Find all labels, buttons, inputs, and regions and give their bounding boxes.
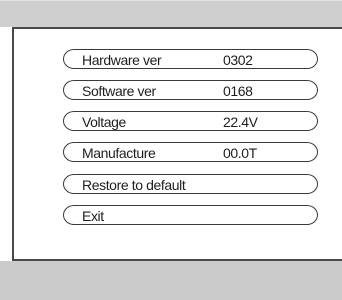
device-info-screen: Hardware ver 0302 Software ver 0168 Volt… [0,0,342,300]
top-status-bar [0,0,342,27]
menu-item-restore-to-default[interactable]: Restore to default [63,174,318,194]
hardware-ver-value: 0302 [223,52,253,68]
voltage-value: 22.4V [223,114,258,130]
software-ver-label: Software ver [82,83,156,99]
menu-item-manufacture[interactable]: Manufacture 00.0T [63,142,318,162]
manufacture-label: Manufacture [82,145,156,161]
menu-item-exit[interactable]: Exit [63,205,318,225]
manufacture-value: 00.0T [223,145,257,161]
software-ver-value: 0168 [223,83,253,99]
hardware-ver-label: Hardware ver [82,52,162,68]
top-edge-line [0,0,342,1]
menu-item-software-ver[interactable]: Software ver 0168 [63,80,318,100]
bottom-status-bar [0,261,342,300]
menu-item-hardware-ver[interactable]: Hardware ver 0302 [63,49,318,69]
menu-item-voltage[interactable]: Voltage 22.4V [63,111,318,131]
voltage-label: Voltage [82,114,126,130]
exit-label: Exit [82,208,104,224]
restore-to-default-label: Restore to default [82,177,186,193]
